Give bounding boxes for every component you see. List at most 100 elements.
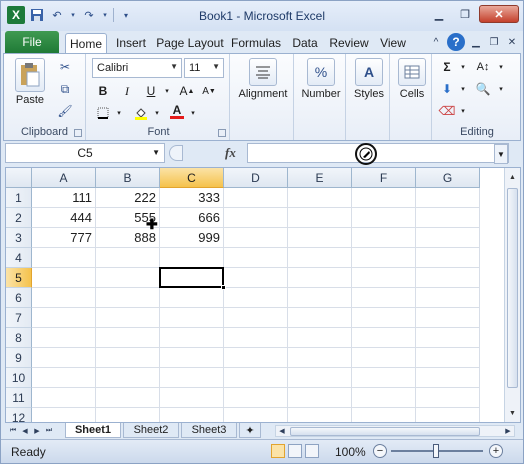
cell-d6[interactable] <box>224 288 288 308</box>
prev-sheet-icon[interactable]: ◀ <box>19 425 31 437</box>
last-sheet-icon[interactable]: ⏭ <box>43 425 55 437</box>
cell-f7[interactable] <box>352 308 416 328</box>
cell-g7[interactable] <box>416 308 480 328</box>
font-grow-icon[interactable]: A ▲ <box>178 82 196 100</box>
bold-button[interactable]: B <box>94 82 112 100</box>
cell-c4[interactable] <box>160 248 224 268</box>
doc-restore-icon[interactable]: ❐ <box>487 35 501 49</box>
cell-g10[interactable] <box>416 368 480 388</box>
cell-f9[interactable] <box>352 348 416 368</box>
cell-b1[interactable]: 222 <box>96 188 160 208</box>
cell-f8[interactable] <box>352 328 416 348</box>
cell-d4[interactable] <box>224 248 288 268</box>
cell-e11[interactable] <box>288 388 352 408</box>
sort-filter-icon[interactable]: A↕ <box>474 58 492 76</box>
number-button[interactable]: % Number <box>298 58 344 100</box>
cell-e3[interactable] <box>288 228 352 248</box>
insert-sheet-icon[interactable]: ✦ <box>239 423 261 438</box>
autosum-dropdown-icon[interactable]: ▾ <box>454 58 472 76</box>
restore-icon[interactable]: ❐ <box>453 5 477 23</box>
cell-c3[interactable]: 999 <box>160 228 224 248</box>
font-name-dropdown[interactable]: Calibri ▼ <box>92 58 182 78</box>
cell-c11[interactable] <box>160 388 224 408</box>
sheet-tab-sheet3[interactable]: Sheet3 <box>181 423 237 438</box>
scroll-up-icon[interactable]: ▲ <box>507 170 518 184</box>
page-layout-view-icon[interactable] <box>288 444 302 458</box>
cell-g6[interactable] <box>416 288 480 308</box>
zoom-level[interactable]: 100% <box>335 445 366 459</box>
cell-a9[interactable] <box>32 348 96 368</box>
find-dropdown-icon[interactable]: ▾ <box>492 80 510 98</box>
cell-a4[interactable] <box>32 248 96 268</box>
cell-b10[interactable] <box>96 368 160 388</box>
cell-b8[interactable] <box>96 328 160 348</box>
tab-page-layout[interactable]: Page Layout <box>155 33 225 53</box>
column-header-e[interactable]: E <box>288 168 352 188</box>
cell-e5[interactable] <box>288 268 352 288</box>
doc-close-icon[interactable]: ✕ <box>505 35 519 49</box>
next-sheet-icon[interactable]: ▶ <box>31 425 43 437</box>
cell-g8[interactable] <box>416 328 480 348</box>
cell-e9[interactable] <box>288 348 352 368</box>
cell-b12[interactable] <box>96 408 160 422</box>
sheet-tab-sheet1[interactable]: Sheet1 <box>65 423 121 438</box>
clear-dropdown-icon[interactable]: ▾ <box>454 102 472 120</box>
row-header-11[interactable]: 11 <box>6 388 32 408</box>
zoom-out-icon[interactable]: − <box>373 444 387 458</box>
cell-g3[interactable] <box>416 228 480 248</box>
clipboard-launcher-icon[interactable] <box>74 129 82 137</box>
cell-d1[interactable] <box>224 188 288 208</box>
fill-color-dropdown-icon[interactable]: ▾ <box>148 104 166 122</box>
cell-b6[interactable] <box>96 288 160 308</box>
horizontal-scrollbar[interactable]: ◀ ▶ <box>275 425 515 437</box>
column-header-c[interactable]: C <box>160 168 224 188</box>
cell-g4[interactable] <box>416 248 480 268</box>
cut-icon[interactable]: ✂ <box>56 58 74 76</box>
cell-a7[interactable] <box>32 308 96 328</box>
cell-d5[interactable] <box>224 268 288 288</box>
row-header-3[interactable]: 3 <box>6 228 32 248</box>
tab-data[interactable]: Data <box>289 33 321 53</box>
cell-f6[interactable] <box>352 288 416 308</box>
cell-f2[interactable] <box>352 208 416 228</box>
tab-view[interactable]: View <box>377 33 409 53</box>
formula-input[interactable]: ▼ <box>247 143 509 164</box>
cell-e1[interactable] <box>288 188 352 208</box>
sort-dropdown-icon[interactable]: ▾ <box>492 58 510 76</box>
cell-a12[interactable] <box>32 408 96 422</box>
vertical-scrollbar[interactable]: ▲ ▼ <box>504 168 520 422</box>
cell-c2[interactable]: 666 <box>160 208 224 228</box>
cell-g1[interactable] <box>416 188 480 208</box>
cell-c8[interactable] <box>160 328 224 348</box>
cell-e6[interactable] <box>288 288 352 308</box>
cell-c9[interactable] <box>160 348 224 368</box>
column-header-f[interactable]: F <box>352 168 416 188</box>
cell-f3[interactable] <box>352 228 416 248</box>
tab-home[interactable]: Home <box>65 33 107 53</box>
cell-f5[interactable] <box>352 268 416 288</box>
find-select-icon[interactable]: 🔍 <box>474 80 492 98</box>
row-header-1[interactable]: 1 <box>6 188 32 208</box>
first-sheet-icon[interactable]: ⏮ <box>7 425 19 437</box>
formula-bar-divider[interactable] <box>169 145 183 161</box>
scroll-left-icon[interactable]: ◀ <box>277 426 287 436</box>
scroll-right-icon[interactable]: ▶ <box>503 426 513 436</box>
doc-minimize-icon[interactable]: ▁ <box>469 35 483 49</box>
cell-e2[interactable] <box>288 208 352 228</box>
cell-b11[interactable] <box>96 388 160 408</box>
cell-d11[interactable] <box>224 388 288 408</box>
row-header-9[interactable]: 9 <box>6 348 32 368</box>
horizontal-scroll-thumb[interactable] <box>290 427 480 436</box>
cell-c7[interactable] <box>160 308 224 328</box>
cell-d2[interactable] <box>224 208 288 228</box>
cell-d3[interactable] <box>224 228 288 248</box>
cell-g9[interactable] <box>416 348 480 368</box>
row-header-10[interactable]: 10 <box>6 368 32 388</box>
copy-icon[interactable]: ⧉ <box>56 80 74 98</box>
zoom-in-icon[interactable]: + <box>489 444 503 458</box>
cell-d7[interactable] <box>224 308 288 328</box>
format-painter-icon[interactable]: 🖌 <box>56 102 74 120</box>
row-header-5[interactable]: 5 <box>6 268 32 288</box>
cell-c1[interactable]: 333 <box>160 188 224 208</box>
cell-b7[interactable] <box>96 308 160 328</box>
